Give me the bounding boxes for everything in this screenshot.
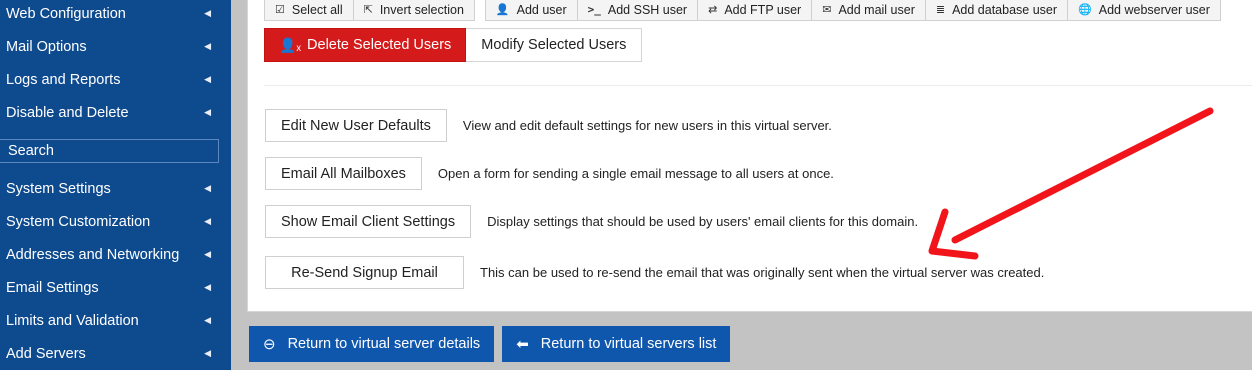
sidebar-item-disable-and-delete[interactable]: Disable and Delete ◀ <box>0 96 231 129</box>
caret-left-icon: ◀ <box>204 249 211 259</box>
terminal-icon: >_ <box>587 3 601 16</box>
sidebar-item-label: Logs and Reports <box>6 71 121 88</box>
modify-selected-users-button[interactable]: Modify Selected Users <box>466 28 643 62</box>
invert-selection-label: Invert selection <box>379 2 464 17</box>
return-to-servers-list-button[interactable]: ⬅ Return to virtual servers list <box>502 326 731 362</box>
add-ftp-user-button[interactable]: ⇄ Add FTP user <box>698 0 813 21</box>
sidebar-item-addresses-and-networking[interactable]: Addresses and Networking ◀ <box>0 238 231 271</box>
sidebar-item-label: Limits and Validation <box>6 312 139 329</box>
modify-selected-label: Modify Selected Users <box>481 37 627 53</box>
add-webserver-user-button[interactable]: 🌐 Add webserver user <box>1068 0 1221 21</box>
sidebar-item-label: Web Configuration <box>6 5 126 22</box>
user-delete-icon: 👤ₓ <box>279 36 302 53</box>
envelope-icon: ✉ <box>822 4 832 16</box>
add-mail-user-button[interactable]: ✉ Add mail user <box>812 0 926 21</box>
users-panel: ☑ Select all ⇱ Invert selection 👤 Add user … <box>247 0 1252 312</box>
add-ftp-user-label: Add FTP user <box>724 2 802 17</box>
add-ssh-user-button[interactable]: >_ Add SSH user <box>577 0 699 21</box>
sidebar-item-add-servers[interactable]: Add Servers ◀ <box>0 337 231 370</box>
add-database-user-label: Add database user <box>952 2 1058 17</box>
exchange-icon: ⇄ <box>708 4 718 16</box>
add-database-user-button[interactable]: ≣ Add database user <box>925 0 1069 21</box>
sidebar-item-label: Disable and Delete <box>6 104 129 121</box>
add-user-label: Add user <box>516 2 567 17</box>
sidebar-item-logs-and-reports[interactable]: Logs and Reports ◀ <box>0 63 231 96</box>
sidebar-item-label: Email Settings <box>6 279 99 296</box>
main-content: ☑ Select all ⇱ Invert selection 👤 Add user … <box>231 0 1252 370</box>
option-description: View and edit default settings for new u… <box>462 118 832 133</box>
caret-left-icon: ◀ <box>204 348 211 358</box>
sidebar-search-input[interactable] <box>0 139 219 163</box>
re-send-signup-email-button[interactable]: Re-Send Signup Email <box>265 256 464 289</box>
return-details-label: Return to virtual server details <box>287 336 481 352</box>
caret-left-icon: ◀ <box>204 315 211 325</box>
checkbox-icon: ☑ <box>275 4 285 16</box>
sidebar-item-mail-options[interactable]: Mail Options ◀ <box>0 30 231 63</box>
option-description: Open a form for sending a single email m… <box>437 166 834 181</box>
select-all-label: Select all <box>291 2 343 17</box>
return-list-label: Return to virtual servers list <box>540 336 717 352</box>
sidebar-item-system-customization[interactable]: System Customization ◀ <box>0 205 231 238</box>
footer-actions: ⊖ Return to virtual server details ⬅ Retur… <box>249 326 731 362</box>
caret-left-icon: ◀ <box>204 282 211 292</box>
circle-arrow-left-icon: ⊖ <box>263 336 276 353</box>
share-icon: ⇱ <box>363 4 373 16</box>
caret-left-icon: ◀ <box>204 74 211 84</box>
add-webserver-user-label: Add webserver user <box>1098 2 1210 17</box>
caret-left-icon: ◀ <box>204 41 211 51</box>
add-ssh-user-label: Add SSH user <box>607 2 688 17</box>
divider <box>264 85 1252 86</box>
invert-selection-button[interactable]: ⇱ Invert selection <box>353 0 475 21</box>
caret-left-icon: ◀ <box>204 216 211 226</box>
return-to-server-details-button[interactable]: ⊖ Return to virtual server details <box>249 326 495 362</box>
add-user-button[interactable]: 👤 Add user <box>484 0 578 21</box>
user-toolbar: ☑ Select all ⇱ Invert selection 👤 Add user … <box>264 0 1221 21</box>
sidebar-item-label: Mail Options <box>6 38 87 55</box>
sidebar-item-label: Add Servers <box>6 345 86 362</box>
show-email-client-settings-button[interactable]: Show Email Client Settings <box>265 205 472 238</box>
select-all-button[interactable]: ☑ Select all <box>264 0 354 21</box>
arrow-left-icon: ⬅ <box>516 336 529 353</box>
sidebar-item-label: Addresses and Networking <box>6 246 180 263</box>
option-description: This can be used to re-send the email th… <box>480 265 1045 280</box>
sidebar-item-label: System Customization <box>6 213 151 230</box>
caret-left-icon: ◀ <box>204 8 211 18</box>
add-mail-user-label: Add mail user <box>838 2 915 17</box>
sidebar-item-limits-and-validation[interactable]: Limits and Validation ◀ <box>0 304 231 337</box>
database-icon: ≣ <box>935 4 946 16</box>
selection-actions: 👤ₓ Delete Selected Users Modify Selected … <box>264 28 643 62</box>
delete-selected-users-button[interactable]: 👤ₓ Delete Selected Users <box>264 28 467 62</box>
caret-left-icon: ◀ <box>204 183 211 193</box>
sidebar-item-email-settings[interactable]: Email Settings ◀ <box>0 271 231 304</box>
edit-new-user-defaults-button[interactable]: Edit New User Defaults <box>265 109 447 142</box>
user-icon: 👤 <box>495 4 510 16</box>
delete-selected-label: Delete Selected Users <box>307 37 452 53</box>
sidebar-item-label: System Settings <box>6 180 111 197</box>
sidebar-item-system-settings[interactable]: System Settings ◀ <box>0 172 231 205</box>
option-row: Re-Send Signup Email This can be used to… <box>265 256 1044 289</box>
option-row: Show Email Client Settings Display setti… <box>265 205 918 238</box>
option-row: Edit New User Defaults View and edit def… <box>265 109 832 142</box>
globe-icon: 🌐 <box>1078 4 1092 16</box>
option-description: Display settings that should be used by … <box>487 214 919 229</box>
option-row: Email All Mailboxes Open a form for send… <box>265 157 834 190</box>
sidebar: Web Configuration ◀ Mail Options ◀ Logs an… <box>0 0 231 370</box>
sidebar-item-web-configuration[interactable]: Web Configuration ◀ <box>0 0 231 30</box>
email-all-mailboxes-button[interactable]: Email All Mailboxes <box>265 157 422 190</box>
caret-left-icon: ◀ <box>204 107 211 117</box>
